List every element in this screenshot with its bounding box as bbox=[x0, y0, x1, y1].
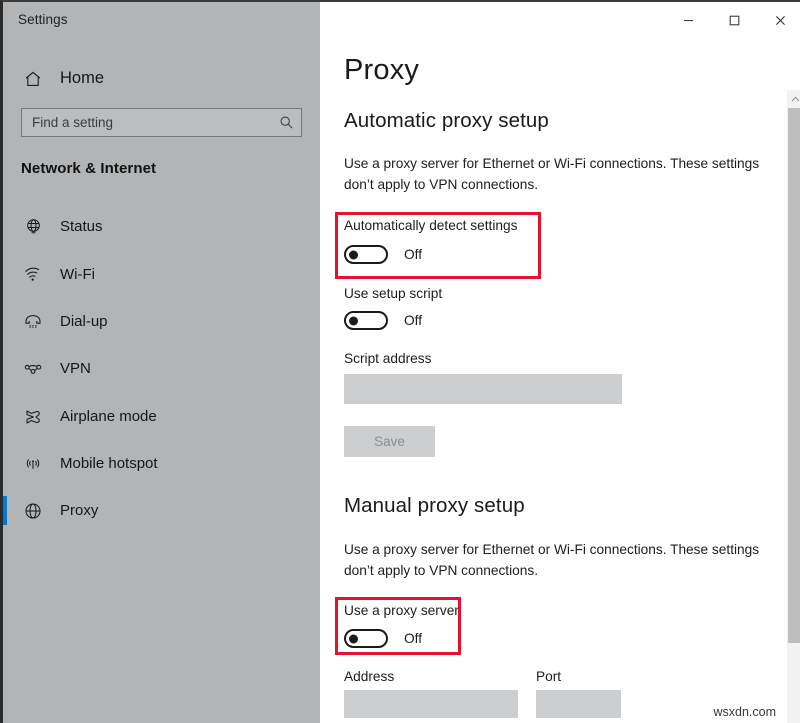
use-proxy-server-label: Use a proxy server bbox=[344, 603, 459, 618]
sidebar-item-proxy[interactable]: Proxy bbox=[3, 487, 320, 534]
sidebar-item-label-mobile-hotspot: Mobile hotspot bbox=[60, 455, 158, 472]
address-label: Address bbox=[344, 669, 395, 684]
wifi-icon bbox=[16, 265, 50, 285]
sidebar-item-label-proxy: Proxy bbox=[60, 502, 99, 519]
sidebar-item-home[interactable]: Home bbox=[3, 55, 320, 102]
sidebar: Settings Home Network & Internet bbox=[3, 2, 320, 723]
scrollbar-thumb[interactable] bbox=[788, 108, 800, 643]
toggle-track[interactable] bbox=[344, 629, 388, 648]
toggle-track[interactable] bbox=[344, 311, 388, 330]
use-setup-script-state: Off bbox=[404, 313, 423, 328]
sidebar-item-label-wifi: Wi-Fi bbox=[60, 266, 95, 283]
use-proxy-server-toggle[interactable]: Off bbox=[344, 629, 422, 648]
use-setup-script-label: Use setup script bbox=[344, 286, 443, 301]
sidebar-item-label-airplane-mode: Airplane mode bbox=[60, 408, 157, 425]
search-input[interactable] bbox=[22, 109, 271, 136]
close-icon[interactable] bbox=[757, 2, 800, 39]
toggle-knob bbox=[349, 250, 358, 259]
use-setup-script-toggle[interactable]: Off bbox=[344, 311, 422, 330]
globe-icon bbox=[16, 501, 50, 521]
content-scrollbar[interactable] bbox=[787, 90, 800, 723]
script-address-input[interactable] bbox=[344, 374, 622, 404]
home-icon bbox=[16, 69, 50, 89]
selected-indicator bbox=[3, 496, 7, 525]
section-description-manual: Use a proxy server for Ethernet or Wi-Fi… bbox=[344, 542, 760, 578]
sidebar-item-label-home: Home bbox=[60, 69, 105, 87]
app-title: Settings bbox=[18, 12, 68, 27]
maximize-icon[interactable] bbox=[711, 2, 757, 39]
minimize-icon[interactable] bbox=[665, 2, 711, 39]
sidebar-item-wifi[interactable]: Wi-Fi bbox=[3, 251, 320, 298]
sidebar-item-label-dial-up: Dial-up bbox=[60, 313, 108, 330]
scroll-up-arrow-icon[interactable] bbox=[787, 90, 800, 107]
sidebar-item-dial-up[interactable]: Dial-up bbox=[3, 298, 320, 345]
sidebar-item-mobile-hotspot[interactable]: Mobile hotspot bbox=[3, 440, 320, 487]
port-label: Port bbox=[536, 669, 562, 684]
window-controls bbox=[665, 2, 800, 39]
sidebar-item-label-status: Status bbox=[60, 218, 103, 235]
sidebar-item-status[interactable]: Status bbox=[3, 203, 320, 250]
settings-window: Settings Home Network & Internet bbox=[0, 0, 800, 723]
auto-detect-toggle[interactable]: Off bbox=[344, 245, 422, 264]
watermark: wsxdn.com bbox=[713, 705, 776, 719]
toggle-knob bbox=[349, 316, 358, 325]
toggle-track[interactable] bbox=[344, 245, 388, 264]
vpn-icon bbox=[16, 359, 50, 379]
content-pane: Proxy Automatic proxy setup Use a proxy … bbox=[320, 2, 800, 723]
auto-detect-state: Off bbox=[404, 247, 423, 262]
port-input[interactable] bbox=[536, 690, 621, 718]
page-title: Proxy bbox=[344, 54, 420, 86]
sidebar-item-airplane-mode[interactable]: Airplane mode bbox=[3, 393, 320, 440]
search-box[interactable] bbox=[21, 108, 302, 137]
sidebar-category-title: Network & Internet bbox=[21, 160, 157, 177]
section-heading-manual: Manual proxy setup bbox=[344, 494, 525, 517]
search-icon[interactable] bbox=[271, 115, 301, 130]
section-heading-automatic: Automatic proxy setup bbox=[344, 109, 549, 132]
script-address-label: Script address bbox=[344, 351, 432, 366]
phone-handset-icon bbox=[16, 312, 50, 332]
address-input[interactable] bbox=[344, 690, 518, 718]
sidebar-item-label-vpn: VPN bbox=[60, 360, 91, 377]
globe-status-icon bbox=[16, 217, 50, 236]
toggle-knob bbox=[349, 634, 358, 643]
sidebar-item-vpn[interactable]: VPN bbox=[3, 345, 320, 392]
use-proxy-server-state: Off bbox=[404, 631, 423, 646]
section-description-automatic: Use a proxy server for Ethernet or Wi-Fi… bbox=[344, 156, 760, 192]
broadcast-icon bbox=[16, 454, 50, 474]
airplane-icon bbox=[16, 407, 50, 427]
save-button[interactable]: Save bbox=[344, 426, 435, 457]
auto-detect-label: Automatically detect settings bbox=[344, 218, 518, 233]
